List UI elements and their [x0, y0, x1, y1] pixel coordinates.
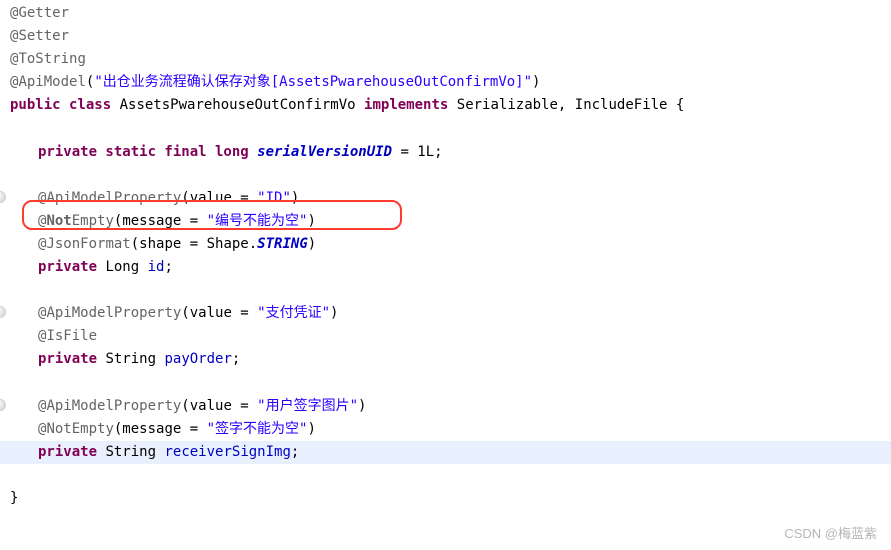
annotation-notempty: NotEmpty: [46, 421, 113, 437]
gutter-marker-icon: [0, 191, 6, 203]
code-line: @IsFile: [0, 325, 891, 348]
code-line: public class AssetsPwarehouseOutConfirmV…: [0, 94, 891, 117]
string-literal: "用户签字图片": [257, 398, 358, 414]
code-line: @Getter: [0, 2, 891, 25]
rparen: ): [291, 190, 299, 206]
code-line: private Long id;: [0, 256, 891, 279]
code-line: private String payOrder;: [0, 348, 891, 371]
annotation-jsonformat: JsonFormat: [46, 236, 130, 252]
keyword-private: private: [38, 351, 97, 367]
code-line: @ApiModelProperty(value = "用户签字图片"): [0, 395, 891, 418]
annotation-setter: Setter: [18, 28, 69, 44]
annotation-apimodelproperty: ApiModelProperty: [46, 305, 181, 321]
field-id: id: [148, 259, 165, 275]
watermark-text: CSDN @梅蓝紫: [784, 523, 877, 544]
keyword-implements: implements: [364, 97, 448, 113]
code-line: @NotEmpty(message = "签字不能为空"): [0, 418, 891, 441]
code-line: @Setter: [0, 25, 891, 48]
rparen: ): [330, 305, 338, 321]
annotation-getter: Getter: [18, 5, 69, 21]
field-receiversignimg: receiverSignImg: [164, 444, 290, 460]
annotation-apimodel: ApiModel: [18, 74, 85, 90]
string-literal: "签字不能为空": [207, 421, 308, 437]
blank-line: [0, 117, 891, 140]
field-serialversionuid: serialVersionUID: [257, 144, 392, 160]
gutter-marker-icon: [0, 306, 6, 318]
code-line: @ApiModel("出仓业务流程确认保存对象[AssetsPwarehouse…: [0, 71, 891, 94]
blank-line: [0, 164, 891, 187]
blank-line: [0, 464, 891, 487]
blank-line: [0, 372, 891, 395]
type-long: Long: [105, 259, 147, 275]
semicolon: ;: [164, 259, 172, 275]
gutter-marker-icon: [0, 399, 6, 411]
enum-string: STRING: [257, 236, 308, 252]
rparen: ): [308, 236, 316, 252]
string-literal: "ID": [257, 190, 291, 206]
code-line: private static final long serialVersionU…: [0, 141, 891, 164]
code-block: @Getter @Setter @ToString @ApiModel("出仓业…: [0, 2, 891, 510]
annotation-not: Not: [46, 213, 71, 229]
keyword-private: private: [38, 259, 97, 275]
code-line: @ToString: [0, 48, 891, 71]
rparen: ): [307, 213, 315, 229]
type-string: String: [105, 444, 164, 460]
paren-attr: (message =: [114, 213, 207, 229]
field-init: = 1L;: [392, 144, 443, 160]
blank-line: [0, 279, 891, 302]
paren-attr: (message =: [114, 421, 207, 437]
code-line: @JsonFormat(shape = Shape.STRING): [0, 233, 891, 256]
code-line: @ApiModelProperty(value = "ID"): [0, 187, 891, 210]
rparen: ): [532, 74, 540, 90]
string-literal: "支付凭证": [257, 305, 330, 321]
class-name: AssetsPwarehouseOutConfirmVo: [120, 97, 364, 113]
code-line-selected: private String receiverSignImg;: [0, 441, 891, 464]
closing-brace: }: [10, 490, 18, 506]
keyword-public-class: public class: [10, 97, 111, 113]
string-literal: "出仓业务流程确认保存对象[AssetsPwarehouseOutConfirm…: [94, 74, 532, 90]
annotation-apimodelproperty: ApiModelProperty: [46, 398, 181, 414]
code-line: }: [0, 487, 891, 510]
code-line-highlighted: @NotEmpty(message = "编号不能为空"): [0, 210, 891, 233]
keyword-field-mods: private static final long: [38, 144, 249, 160]
type-string: String: [105, 351, 164, 367]
implements-list: Serializable, IncludeFile {: [457, 97, 685, 113]
string-literal: "编号不能为空": [207, 213, 308, 229]
annotation-tostring: ToString: [18, 51, 85, 67]
rparen: ): [307, 421, 315, 437]
semicolon: ;: [232, 351, 240, 367]
keyword-private: private: [38, 444, 97, 460]
annotation-apimodelproperty: ApiModelProperty: [46, 190, 181, 206]
semicolon: ;: [291, 444, 299, 460]
paren-attr: (value =: [181, 305, 257, 321]
annotation-empty: Empty: [72, 213, 114, 229]
code-line: @ApiModelProperty(value = "支付凭证"): [0, 302, 891, 325]
rparen: ): [358, 398, 366, 414]
annotation-isfile: IsFile: [46, 328, 97, 344]
field-payorder: payOrder: [164, 351, 231, 367]
paren-attr: (value =: [181, 190, 257, 206]
paren-attr: (shape = Shape.: [131, 236, 257, 252]
paren-attr: (value =: [181, 398, 257, 414]
